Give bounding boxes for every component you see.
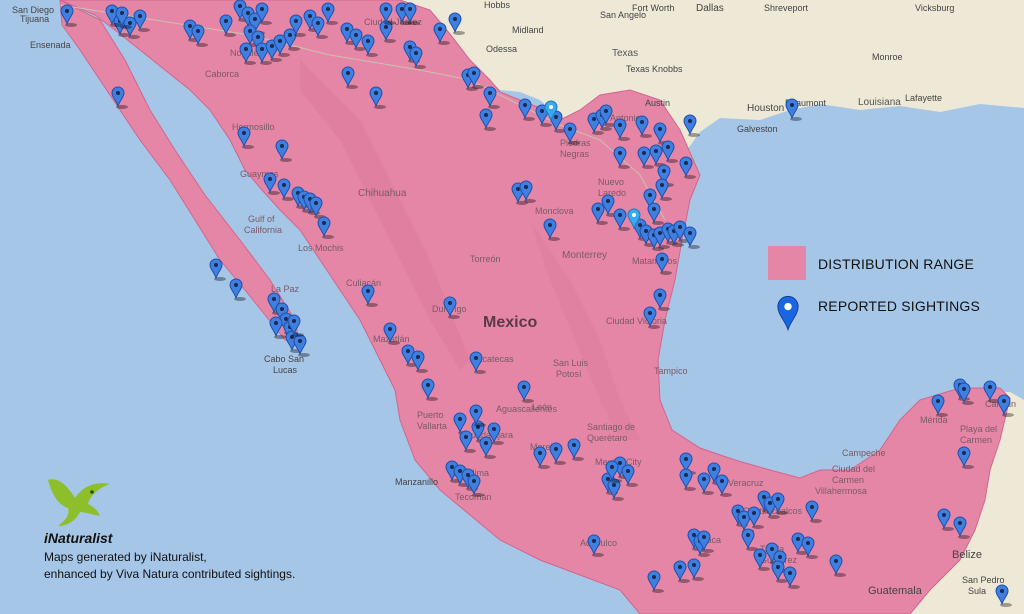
label-city: Querétaro bbox=[587, 433, 628, 443]
label-city: Tijuana bbox=[20, 14, 49, 24]
label-city: Vicksburg bbox=[915, 3, 954, 13]
label-city: Odessa bbox=[486, 44, 517, 54]
label-city: Dallas bbox=[696, 3, 724, 14]
label-city: Lucas bbox=[273, 365, 298, 375]
label-city: Gulf of bbox=[248, 214, 275, 224]
label-country: Mexico bbox=[483, 314, 537, 331]
credit-line-2: enhanced by Viva Natura contributed sigh… bbox=[44, 567, 296, 581]
label-city: Ensenada bbox=[30, 40, 71, 50]
label-city: Puerto bbox=[417, 410, 444, 420]
label-city: Monterrey bbox=[562, 250, 607, 261]
label-city: Playa del bbox=[960, 424, 997, 434]
label-city: Los Mochis bbox=[298, 243, 344, 253]
label-city: Potosí bbox=[556, 369, 582, 379]
label-city: Monclova bbox=[535, 206, 574, 216]
label-city: Monroe bbox=[872, 52, 903, 62]
label-city: La Paz bbox=[271, 284, 300, 294]
label-city: Sula bbox=[968, 586, 986, 596]
label-city: San Luis bbox=[553, 358, 589, 368]
label-city: Shreveport bbox=[764, 3, 809, 13]
label-city: Ciudad del bbox=[832, 464, 875, 474]
label-city: Lafayette bbox=[905, 93, 942, 103]
label-city: Villahermosa bbox=[815, 486, 867, 496]
label-city: Caborca bbox=[205, 69, 239, 79]
label-city: Santiago de bbox=[587, 422, 635, 432]
label-city: Cabo San bbox=[264, 354, 304, 364]
label-city: Louisiana bbox=[858, 97, 901, 108]
label-city: Hobbs bbox=[484, 0, 511, 10]
inaturalist-bird-logo-icon bbox=[48, 479, 110, 526]
label-city: Texas Knobbs bbox=[626, 64, 683, 74]
label-city: Texas bbox=[612, 48, 638, 59]
label-city: Veracruz bbox=[728, 478, 764, 488]
label-city: Vallarta bbox=[417, 421, 447, 431]
label-city: Tecomán bbox=[455, 492, 492, 502]
label-city: San Pedro bbox=[962, 575, 1005, 585]
label-city: Carmen bbox=[960, 435, 992, 445]
label-city: Austin bbox=[645, 98, 670, 108]
legend-range-label: DISTRIBUTION RANGE bbox=[818, 256, 975, 272]
label-city: Nuevo bbox=[598, 177, 624, 187]
label-city: Carmen bbox=[832, 475, 864, 485]
legend-pin-icon bbox=[777, 295, 799, 332]
label-city: Belize bbox=[952, 549, 982, 561]
label-city: Chihuahua bbox=[358, 188, 407, 199]
label-city: Ciudad Victoria bbox=[606, 316, 667, 326]
label-city: Guatemala bbox=[868, 585, 923, 597]
label-city: California bbox=[244, 225, 282, 235]
label-city: Galveston bbox=[737, 124, 778, 134]
legend-range-swatch bbox=[768, 246, 806, 280]
inaturalist-logo-text: iNaturalist bbox=[44, 530, 113, 546]
label-city: Torreón bbox=[470, 254, 501, 264]
label-city: Houston bbox=[747, 103, 784, 114]
label-city: Matamoros bbox=[632, 256, 678, 266]
legend-sightings-label: REPORTED SIGHTINGS bbox=[818, 298, 981, 314]
label-city: Fort Worth bbox=[632, 3, 674, 13]
credit-line-1: Maps generated by iNaturalist, bbox=[44, 550, 207, 564]
label-city: Midland bbox=[512, 25, 544, 35]
label-city: Tampico bbox=[654, 366, 688, 376]
label-city: Negras bbox=[560, 149, 590, 159]
label-city: León bbox=[532, 402, 552, 412]
label-city: Manzanillo bbox=[395, 477, 438, 487]
label-city: Campeche bbox=[842, 448, 886, 458]
